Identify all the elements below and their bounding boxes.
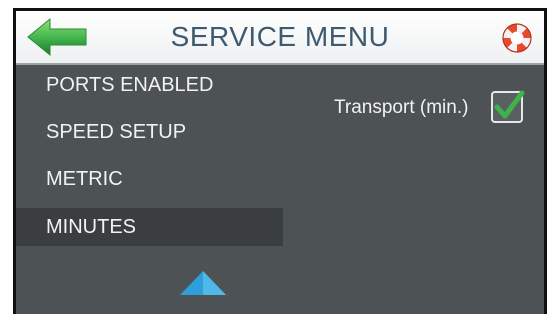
help-button[interactable] — [500, 21, 534, 55]
menu-item-metric[interactable]: METRIC — [16, 159, 283, 206]
menu-item-speed-setup[interactable]: SPEED SETUP — [16, 112, 283, 159]
header-bar: SERVICE MENU — [16, 11, 544, 65]
lifebuoy-icon — [502, 23, 532, 53]
device-screen: SERVICE MENU PORTS ENABLED SPEED SETUP M… — [13, 8, 547, 314]
chevron-up-icon — [180, 271, 226, 295]
transport-checkbox[interactable] — [491, 90, 525, 123]
transport-label: Transport (min.) — [334, 97, 469, 118]
menu-item-ports-enabled[interactable]: PORTS ENABLED — [16, 65, 283, 112]
checkmark-icon — [494, 90, 525, 119]
menu-item-minutes[interactable]: MINUTES — [16, 208, 283, 246]
scroll-up-button[interactable] — [178, 269, 228, 297]
page-title: SERVICE MENU — [170, 21, 390, 52]
service-menu-list: PORTS ENABLED SPEED SETUP METRIC MINUTES — [16, 65, 283, 246]
